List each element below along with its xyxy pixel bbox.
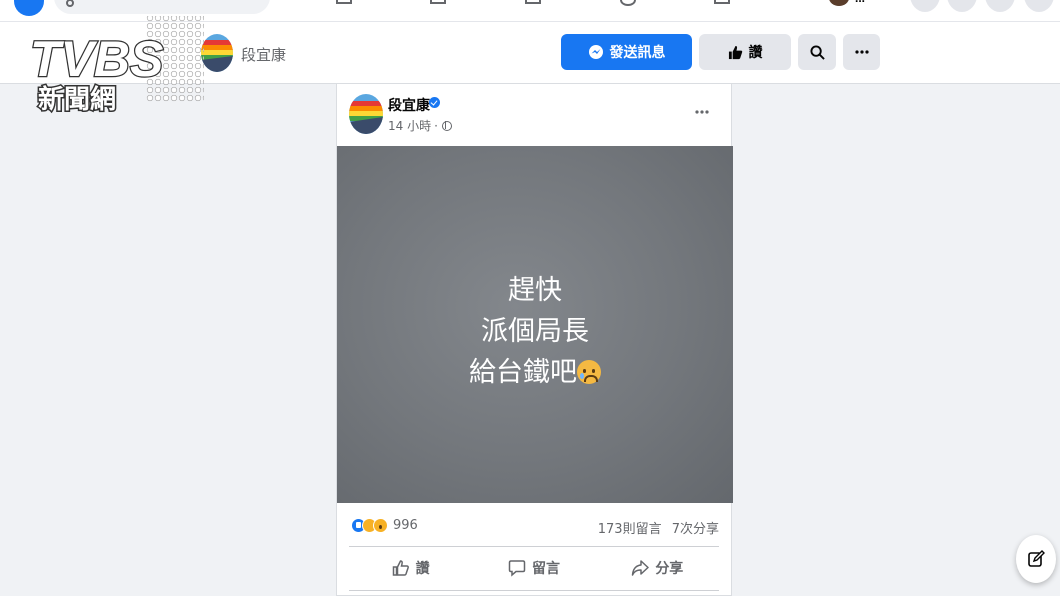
post-image[interactable]: 趕快 派個局長 給台鐵吧 <box>337 146 733 503</box>
search-icon <box>809 44 825 60</box>
profile-name[interactable]: 段宜康 <box>241 44 286 65</box>
post-image-text: 趕快 派個局長 給台鐵吧 <box>337 270 733 393</box>
post-text-line-2: 派個局長 <box>481 316 589 347</box>
tvbs-brand-text: TVBS <box>30 31 163 87</box>
tvbs-watermark-logo: TVBS 新聞網 <box>26 14 216 118</box>
comment-icon <box>508 560 526 577</box>
post-options-button[interactable] <box>695 102 709 118</box>
share-icon <box>632 560 650 576</box>
account-icon[interactable] <box>1024 0 1054 12</box>
messenger-icon <box>588 45 603 59</box>
groups-icon[interactable] <box>620 0 636 6</box>
divider <box>349 590 719 591</box>
post-author-avatar[interactable] <box>349 94 383 134</box>
profile-search-button[interactable] <box>798 34 836 70</box>
watch-icon[interactable] <box>525 0 541 4</box>
thumbs-up-icon <box>728 45 742 59</box>
comment-count[interactable]: 173則留言 <box>598 522 662 537</box>
friends-icon[interactable] <box>430 0 446 4</box>
search-icon <box>66 0 74 7</box>
thumbs-up-icon <box>392 560 409 576</box>
new-message-button[interactable] <box>1016 535 1056 583</box>
like-page-button[interactable]: 讚 <box>699 34 791 70</box>
comment-action-button[interactable]: 留言 <box>472 550 595 586</box>
tvbs-logo-image: TVBS 新聞網 <box>29 16 204 117</box>
menu-icon[interactable] <box>910 0 940 12</box>
share-count[interactable]: 7次分享 <box>672 522 719 537</box>
profile-more-button[interactable] <box>843 34 880 70</box>
sad-face-emoji-icon <box>577 360 601 384</box>
post-meta: 14 小時 · <box>388 117 452 134</box>
post-author-name[interactable]: 段宜康 <box>388 95 430 115</box>
more-horizontal-icon <box>854 50 869 54</box>
reaction-count: 996 <box>393 518 418 533</box>
user-name[interactable]: ... <box>855 0 865 5</box>
post-text-line-1: 趕快 <box>508 275 562 306</box>
verified-badge-icon <box>429 97 440 108</box>
post-card: 段宜康 14 小時 · 趕快 派個局長 給台鐵吧 996 173則留言 7次分享 <box>336 84 733 596</box>
like-action-button[interactable]: 讚 <box>349 550 472 586</box>
like-page-label: 讚 <box>748 45 763 61</box>
home-icon[interactable] <box>336 0 352 4</box>
compose-icon <box>1028 550 1045 567</box>
tvbs-subtitle-text: 新聞網 <box>38 84 116 115</box>
messenger-icon[interactable] <box>947 0 977 12</box>
post-stats: 173則留言 7次分享 <box>598 518 719 537</box>
post-text-line-3-wrap: 給台鐵吧 <box>337 352 733 393</box>
user-avatar[interactable] <box>829 0 849 6</box>
send-message-label: 發送訊息 <box>609 45 666 61</box>
more-horizontal-icon <box>695 110 709 114</box>
comment-action-label: 留言 <box>531 561 560 577</box>
gaming-icon[interactable] <box>714 0 730 4</box>
post-timestamp[interactable]: 14 小時 <box>388 117 431 134</box>
rainbow-avatar-image <box>349 94 383 134</box>
post-action-bar: 讚 留言 分享 <box>349 550 719 586</box>
share-action-label: 分享 <box>655 561 684 577</box>
global-search-input[interactable] <box>54 0 270 14</box>
globe-icon <box>441 120 452 131</box>
reaction-summary[interactable]: 996 <box>351 518 418 533</box>
like-action-label: 讚 <box>415 561 430 577</box>
divider <box>349 546 719 547</box>
post-text-line-3: 給台鐵吧 <box>469 357 577 388</box>
share-action-button[interactable]: 分享 <box>596 550 719 586</box>
wow-reaction-icon <box>373 518 388 533</box>
notifications-icon[interactable] <box>985 0 1015 12</box>
send-message-button[interactable]: 發送訊息 <box>561 34 692 70</box>
